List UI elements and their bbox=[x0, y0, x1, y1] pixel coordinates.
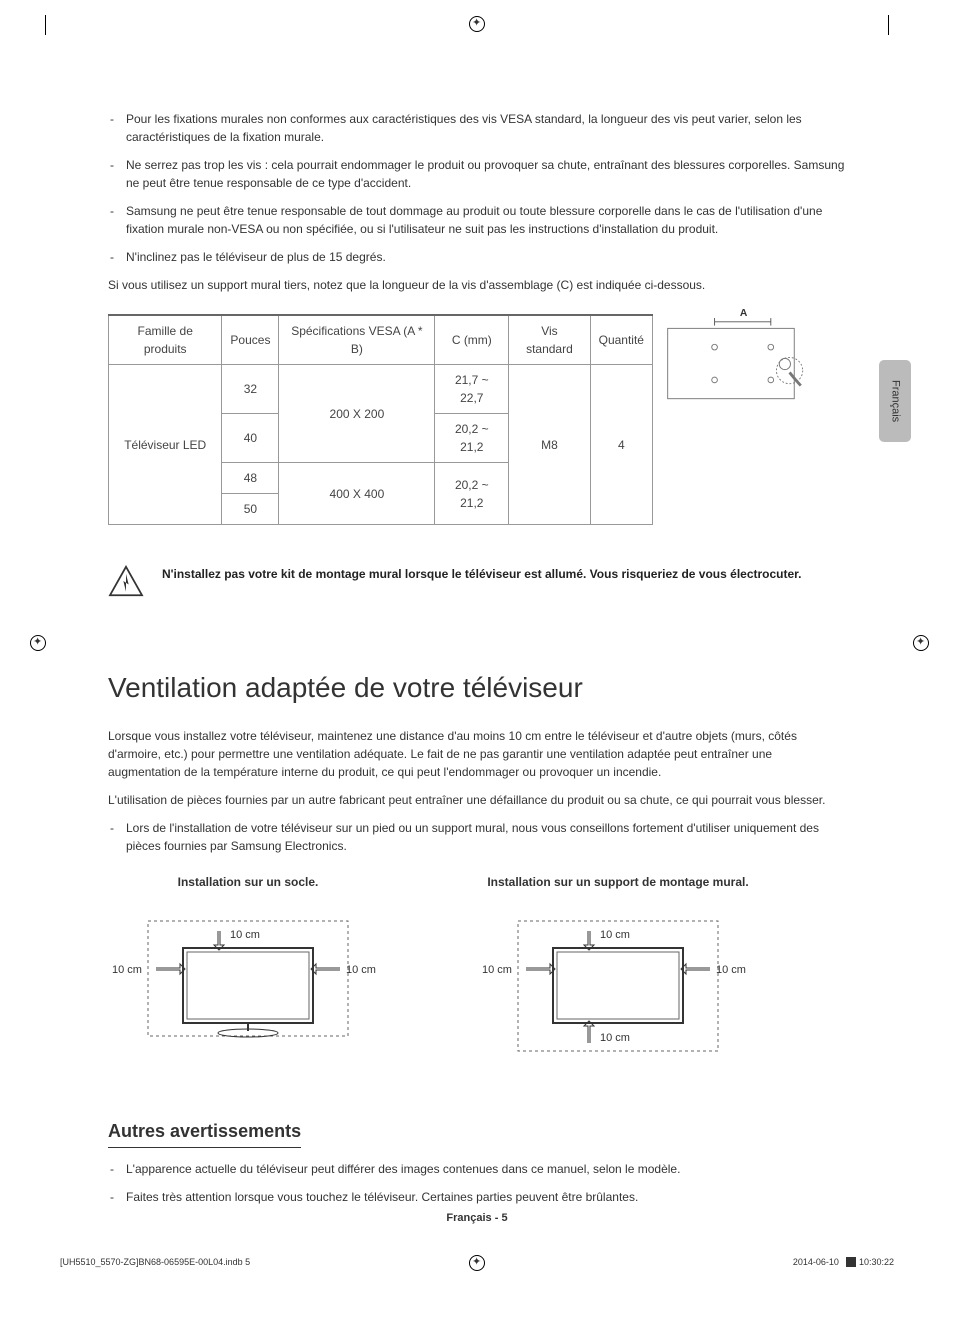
diagram-title: Installation sur un socle. bbox=[108, 873, 388, 891]
cell-c: 20,2 ~ 21,2 bbox=[435, 414, 509, 463]
page-number: Français - 5 bbox=[446, 1210, 507, 1227]
vesa-diagram-icon: A B bbox=[663, 304, 813, 409]
wall-install-diagram: Installation sur un support de montage m… bbox=[478, 873, 758, 1068]
warning-icon bbox=[108, 565, 144, 597]
cell-inches: 48 bbox=[222, 463, 279, 494]
cell-c: 21,7 ~ 22,7 bbox=[435, 365, 509, 414]
cell-family: Téléviseur LED bbox=[109, 365, 222, 525]
footer-time: 10:30:22 bbox=[859, 1257, 894, 1267]
list-item: N'inclinez pas le téléviseur de plus de … bbox=[108, 248, 846, 266]
language-label: Français bbox=[887, 380, 904, 422]
registration-mark-icon bbox=[469, 16, 485, 32]
cell-inches: 40 bbox=[222, 414, 279, 463]
cell-screw: M8 bbox=[509, 365, 590, 525]
th-inches: Pouces bbox=[222, 315, 279, 365]
spec-row: Famille de produits Pouces Spécification… bbox=[108, 304, 846, 525]
page-content: Français Pour les fixations murales non … bbox=[108, 110, 846, 1216]
language-tab: Français bbox=[879, 360, 911, 442]
diagram-title: Installation sur un support de montage m… bbox=[478, 873, 758, 891]
clock-icon bbox=[846, 1257, 856, 1267]
ventilation-bullet-list: Lors de l'installation de votre télévise… bbox=[108, 819, 846, 855]
cell-qty: 4 bbox=[590, 365, 652, 525]
warning-text: N'installez pas votre kit de montage mur… bbox=[162, 565, 846, 583]
cell-inches: 50 bbox=[222, 494, 279, 525]
list-item: Samsung ne peut être tenue responsable d… bbox=[108, 202, 846, 238]
section-title: Ventilation adaptée de votre téléviseur bbox=[108, 667, 846, 709]
footer-timestamp: 2014-06-10 10:30:22 bbox=[793, 1256, 894, 1270]
svg-text:10 cm: 10 cm bbox=[600, 1032, 630, 1044]
th-qty: Quantité bbox=[590, 315, 652, 365]
crop-mark bbox=[888, 15, 889, 35]
th-c: C (mm) bbox=[435, 315, 509, 365]
svg-text:10 cm: 10 cm bbox=[230, 929, 260, 941]
th-family: Famille de produits bbox=[109, 315, 222, 365]
cell-vesa: 200 X 200 bbox=[279, 365, 435, 463]
svg-text:10 cm: 10 cm bbox=[112, 964, 142, 976]
stand-install-icon: 10 cm 10 cm 10 cm bbox=[108, 903, 388, 1063]
wall-install-icon: 10 cm 10 cm 10 cm 10 cm bbox=[478, 903, 758, 1063]
ventilation-para: Lorsque vous installez votre téléviseur,… bbox=[108, 727, 846, 781]
footer-date: 2014-06-10 bbox=[793, 1257, 839, 1267]
th-vesa: Spécifications VESA (A * B) bbox=[279, 315, 435, 365]
list-item: Pour les fixations murales non conformes… bbox=[108, 110, 846, 146]
svg-text:10 cm: 10 cm bbox=[716, 964, 746, 976]
registration-mark-icon bbox=[913, 635, 929, 651]
registration-mark-icon bbox=[469, 1255, 485, 1271]
list-item: L'apparence actuelle du téléviseur peut … bbox=[108, 1160, 846, 1178]
list-item: Lors de l'installation de votre télévise… bbox=[108, 819, 846, 855]
ventilation-para: L'utilisation de pièces fournies par un … bbox=[108, 791, 846, 809]
top-notes-list: Pour les fixations murales non conformes… bbox=[108, 110, 846, 266]
cell-vesa: 400 X 400 bbox=[279, 463, 435, 525]
svg-text:A: A bbox=[740, 308, 748, 319]
svg-text:10 cm: 10 cm bbox=[482, 964, 512, 976]
support-note: Si vous utilisez un support mural tiers,… bbox=[108, 276, 846, 294]
th-screw: Vis standard bbox=[509, 315, 590, 365]
footer-file-info: [UH5510_5570-ZG]BN68-06595E-00L04.indb 5 bbox=[60, 1256, 250, 1270]
stand-install-diagram: Installation sur un socle. 10 cm 10 cm 1… bbox=[108, 873, 388, 1068]
svg-text:10 cm: 10 cm bbox=[346, 964, 376, 976]
list-item: Faites très attention lorsque vous touch… bbox=[108, 1188, 846, 1206]
installation-diagrams: Installation sur un socle. 10 cm 10 cm 1… bbox=[108, 873, 846, 1068]
registration-mark-icon bbox=[30, 635, 46, 651]
sub-title: Autres avertissements bbox=[108, 1118, 301, 1148]
list-item: Ne serrez pas trop les vis : cela pourra… bbox=[108, 156, 846, 192]
crop-mark bbox=[45, 15, 46, 35]
cell-c: 20,2 ~ 21,2 bbox=[435, 463, 509, 525]
vesa-spec-table: Famille de produits Pouces Spécification… bbox=[108, 314, 653, 525]
svg-text:10 cm: 10 cm bbox=[600, 929, 630, 941]
warning-block: N'installez pas votre kit de montage mur… bbox=[108, 565, 846, 597]
bottom-notes-list: L'apparence actuelle du téléviseur peut … bbox=[108, 1160, 846, 1206]
cell-inches: 32 bbox=[222, 365, 279, 414]
